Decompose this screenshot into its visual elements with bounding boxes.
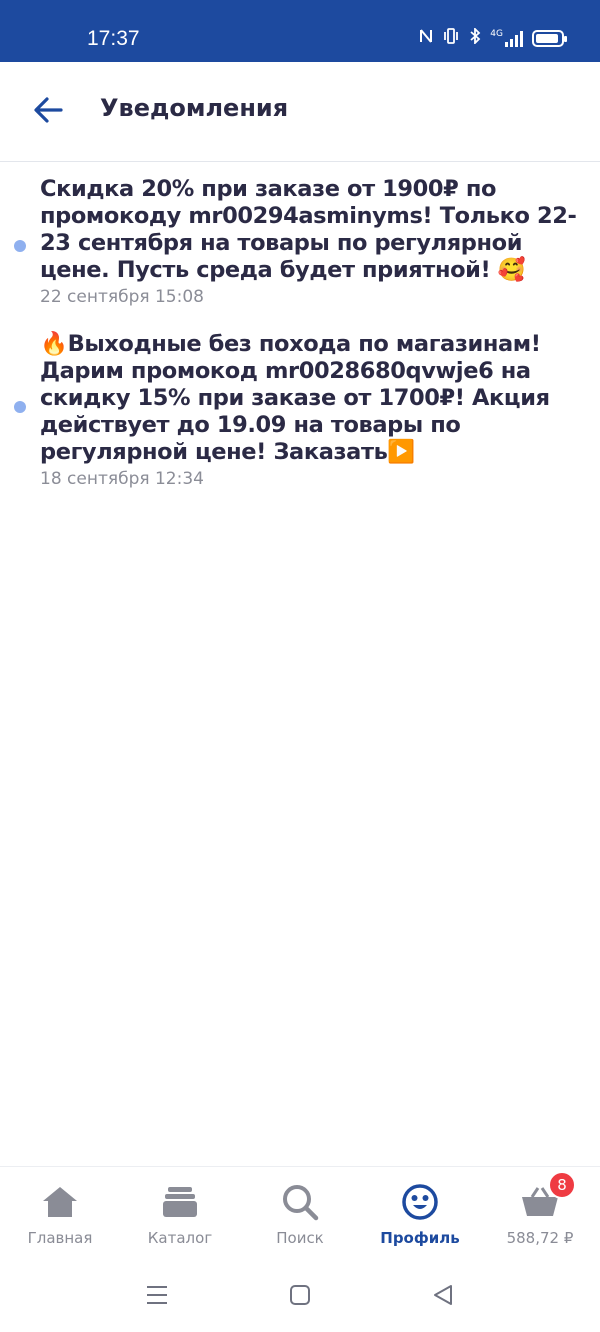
- tab-basket[interactable]: 8 588,72 ₽: [480, 1171, 600, 1247]
- tab-catalog[interactable]: Каталог: [120, 1181, 240, 1247]
- back-nav-button[interactable]: [423, 1282, 463, 1312]
- tab-profile[interactable]: Профиль: [360, 1181, 480, 1247]
- tab-home-label: Главная: [27, 1229, 93, 1247]
- vibrate-icon: [442, 28, 460, 48]
- bottom-tab-bar: Главная Каталог Поиск Профиль 8 588,72 ₽: [0, 1166, 600, 1262]
- notification-time: 22 сентября 15:08: [40, 287, 204, 307]
- tab-search[interactable]: Поиск: [240, 1181, 360, 1247]
- catalog-icon: [120, 1181, 240, 1223]
- bluetooth-icon: [469, 26, 481, 48]
- notification-time: 18 сентября 12:34: [40, 469, 204, 489]
- nfc-icon: [419, 28, 433, 48]
- status-bar: 17:37 4G: [0, 0, 600, 62]
- tab-search-label: Поиск: [276, 1229, 324, 1247]
- notification-item[interactable]: 🔥Выходные без похода по магазинам! Дарим…: [0, 331, 600, 489]
- hamburger-icon: [145, 1284, 169, 1310]
- network-type-label: 4G: [490, 28, 503, 39]
- system-navigation-bar: [0, 1262, 600, 1332]
- notification-item[interactable]: Скидка 20% при заказе от 1900₽ по промок…: [0, 176, 600, 307]
- tab-home[interactable]: Главная: [0, 1181, 120, 1247]
- search-icon: [240, 1181, 360, 1223]
- triangle-back-icon: [432, 1284, 454, 1310]
- notification-list: Скидка 20% при заказе от 1900₽ по промок…: [0, 176, 600, 513]
- page-title: Уведомления: [100, 94, 289, 122]
- back-button[interactable]: [28, 92, 68, 132]
- basket-count-badge: 8: [548, 1171, 576, 1199]
- battery-icon: [532, 29, 567, 47]
- basket-icon: 8: [480, 1171, 600, 1223]
- app-header: Уведомления: [0, 62, 600, 162]
- status-icons: 4G: [419, 26, 567, 48]
- notification-text: 🔥Выходные без похода по магазинам! Дарим…: [40, 331, 550, 465]
- cellular-signal-icon: 4G: [490, 28, 523, 47]
- status-time: 17:37: [87, 27, 140, 50]
- arrow-left-icon: [33, 97, 63, 127]
- unread-dot: [14, 401, 26, 413]
- profile-smiley-icon: [360, 1181, 480, 1223]
- tab-catalog-label: Каталог: [147, 1229, 213, 1247]
- unread-dot: [14, 240, 26, 252]
- tab-profile-label: Профиль: [380, 1229, 460, 1247]
- square-icon: [289, 1284, 311, 1310]
- home-icon: [0, 1181, 120, 1223]
- home-nav-button[interactable]: [280, 1282, 320, 1312]
- notification-text: Скидка 20% при заказе от 1900₽ по промок…: [40, 176, 577, 283]
- basket-total-label: 588,72 ₽: [506, 1229, 574, 1247]
- menu-nav-button[interactable]: [137, 1282, 177, 1312]
